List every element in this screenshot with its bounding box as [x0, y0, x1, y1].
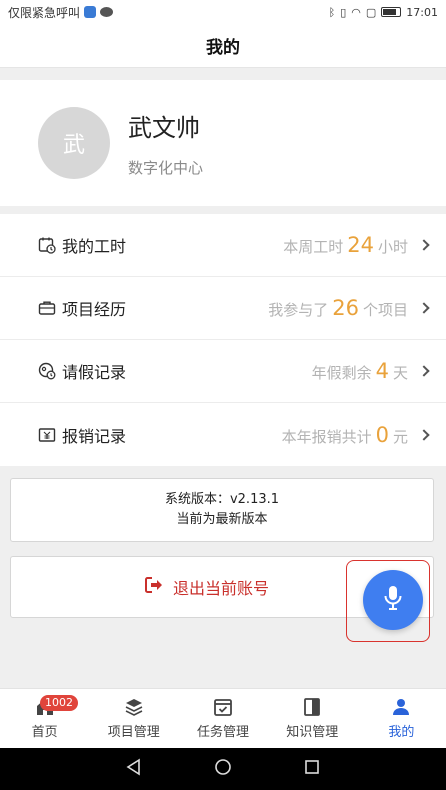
home-circle-icon[interactable] — [214, 758, 232, 780]
logout-label: 退出当前账号 — [172, 579, 269, 598]
summary-suffix: 元 — [392, 427, 408, 446]
tab-label: 任务管理 — [197, 725, 250, 740]
layers-icon — [124, 697, 144, 717]
tab-project-management[interactable]: 项目管理 — [89, 689, 178, 748]
status-left: 仅限紧急呼叫 — [8, 4, 114, 21]
summary-value: 0 — [375, 422, 389, 447]
page-title-bar: 我的 — [0, 24, 446, 68]
system-navigation-bar — [0, 748, 446, 790]
menu-item-leave[interactable]: 请假记录 年假剩余 4 天 — [0, 340, 446, 403]
calendar-clock-icon — [38, 236, 56, 254]
version-status: 当前为最新版本 — [176, 512, 268, 527]
menu-item-label: 报销记录 — [62, 426, 127, 446]
menu-item-label: 项目经历 — [62, 300, 127, 319]
summary-suffix: 天 — [392, 364, 408, 382]
version-card[interactable]: 系统版本：v2.13.1 当前为最新版本 — [10, 478, 434, 542]
tab-label: 我的 — [388, 725, 415, 740]
menu-item-summary: 本周工时 24 小时 — [283, 233, 430, 257]
summary-prefix: 本周工时 — [283, 238, 344, 256]
recents-icon[interactable] — [303, 758, 321, 780]
microphone-icon — [382, 584, 404, 616]
summary-suffix: 个项目 — [362, 301, 408, 319]
sim-icon: ▢ — [365, 5, 377, 19]
user-department: 数字化中心 — [128, 159, 204, 177]
bottom-tab-bar: 1002 首页 项目管理 任务管理 知识管理 我的 — [0, 688, 446, 748]
menu-item-projects[interactable]: 项目经历 我参与了 26 个项目 — [0, 277, 446, 340]
tab-label: 知识管理 — [286, 725, 339, 740]
summary-value: 4 — [375, 359, 389, 383]
leave-icon — [38, 362, 56, 380]
chevron-right-icon — [418, 239, 430, 251]
profile-info: 武文帅 数字化中心 — [128, 108, 203, 178]
chat-notification-icon — [100, 7, 114, 17]
voice-assistant-button[interactable] — [363, 570, 423, 630]
status-time: 17:01 — [406, 5, 438, 19]
task-calendar-icon — [213, 697, 233, 717]
tab-mine[interactable]: 我的 — [357, 689, 446, 748]
notification-badge: 1002 — [40, 695, 78, 711]
wifi-icon: ◠ — [351, 5, 361, 19]
user-name: 武文帅 — [128, 114, 200, 142]
summary-prefix: 我参与了 — [268, 301, 329, 319]
menu-item-summary: 我参与了 26 个项目 — [268, 296, 430, 320]
tab-knowledge-management[interactable]: 知识管理 — [268, 689, 357, 748]
tab-label: 首页 — [31, 725, 58, 740]
summary-suffix: 小时 — [377, 238, 408, 256]
menu-list: 我的工时 本周工时 24 小时 项目经历 我参与了 26 个项目 请假记录 年假… — [0, 214, 446, 466]
status-bar: 仅限紧急呼叫 ᛒ ▯ ◠ ▢ 17:01 — [0, 0, 446, 24]
book-icon — [302, 697, 322, 717]
carrier-text: 仅限紧急呼叫 — [8, 5, 81, 20]
menu-item-label: 请假记录 — [62, 363, 127, 382]
vibrate-icon: ▯ — [340, 5, 347, 19]
app-notification-icon — [84, 6, 97, 18]
page-title: 我的 — [206, 38, 240, 58]
tab-label: 项目管理 — [107, 725, 160, 740]
menu-item-label: 我的工时 — [62, 237, 127, 256]
briefcase-icon — [38, 299, 56, 317]
bluetooth-icon: ᛒ — [328, 5, 336, 19]
summary-prefix: 本年报销共计 — [281, 427, 372, 446]
battery-icon — [381, 7, 402, 17]
back-icon[interactable] — [125, 758, 143, 780]
menu-item-summary: 本年报销共计 0 元 — [281, 422, 430, 447]
avatar-text: 武 — [62, 133, 85, 158]
tab-task-management[interactable]: 任务管理 — [178, 689, 267, 748]
version-text: 系统版本：v2.13.1 — [164, 492, 280, 507]
menu-item-work-hours[interactable]: 我的工时 本周工时 24 小时 — [0, 214, 446, 277]
user-icon — [391, 697, 411, 717]
summary-value: 24 — [347, 233, 374, 257]
avatar[interactable]: 武 — [38, 107, 110, 179]
chevron-right-icon — [418, 365, 430, 377]
summary-value: 26 — [332, 296, 359, 320]
profile-card[interactable]: 武 武文帅 数字化中心 — [0, 80, 446, 206]
chevron-right-icon — [418, 428, 430, 441]
receipt-icon — [38, 426, 56, 444]
tab-home[interactable]: 1002 首页 — [0, 689, 89, 748]
status-right: ᛒ ▯ ◠ ▢ 17:01 — [329, 6, 438, 19]
chevron-right-icon — [418, 302, 430, 314]
menu-item-reimbursement[interactable]: 报销记录 本年报销共计 0 元 — [0, 403, 446, 466]
summary-prefix: 年假剩余 — [311, 364, 372, 382]
menu-item-summary: 年假剩余 4 天 — [311, 359, 430, 383]
logout-icon — [144, 577, 163, 597]
